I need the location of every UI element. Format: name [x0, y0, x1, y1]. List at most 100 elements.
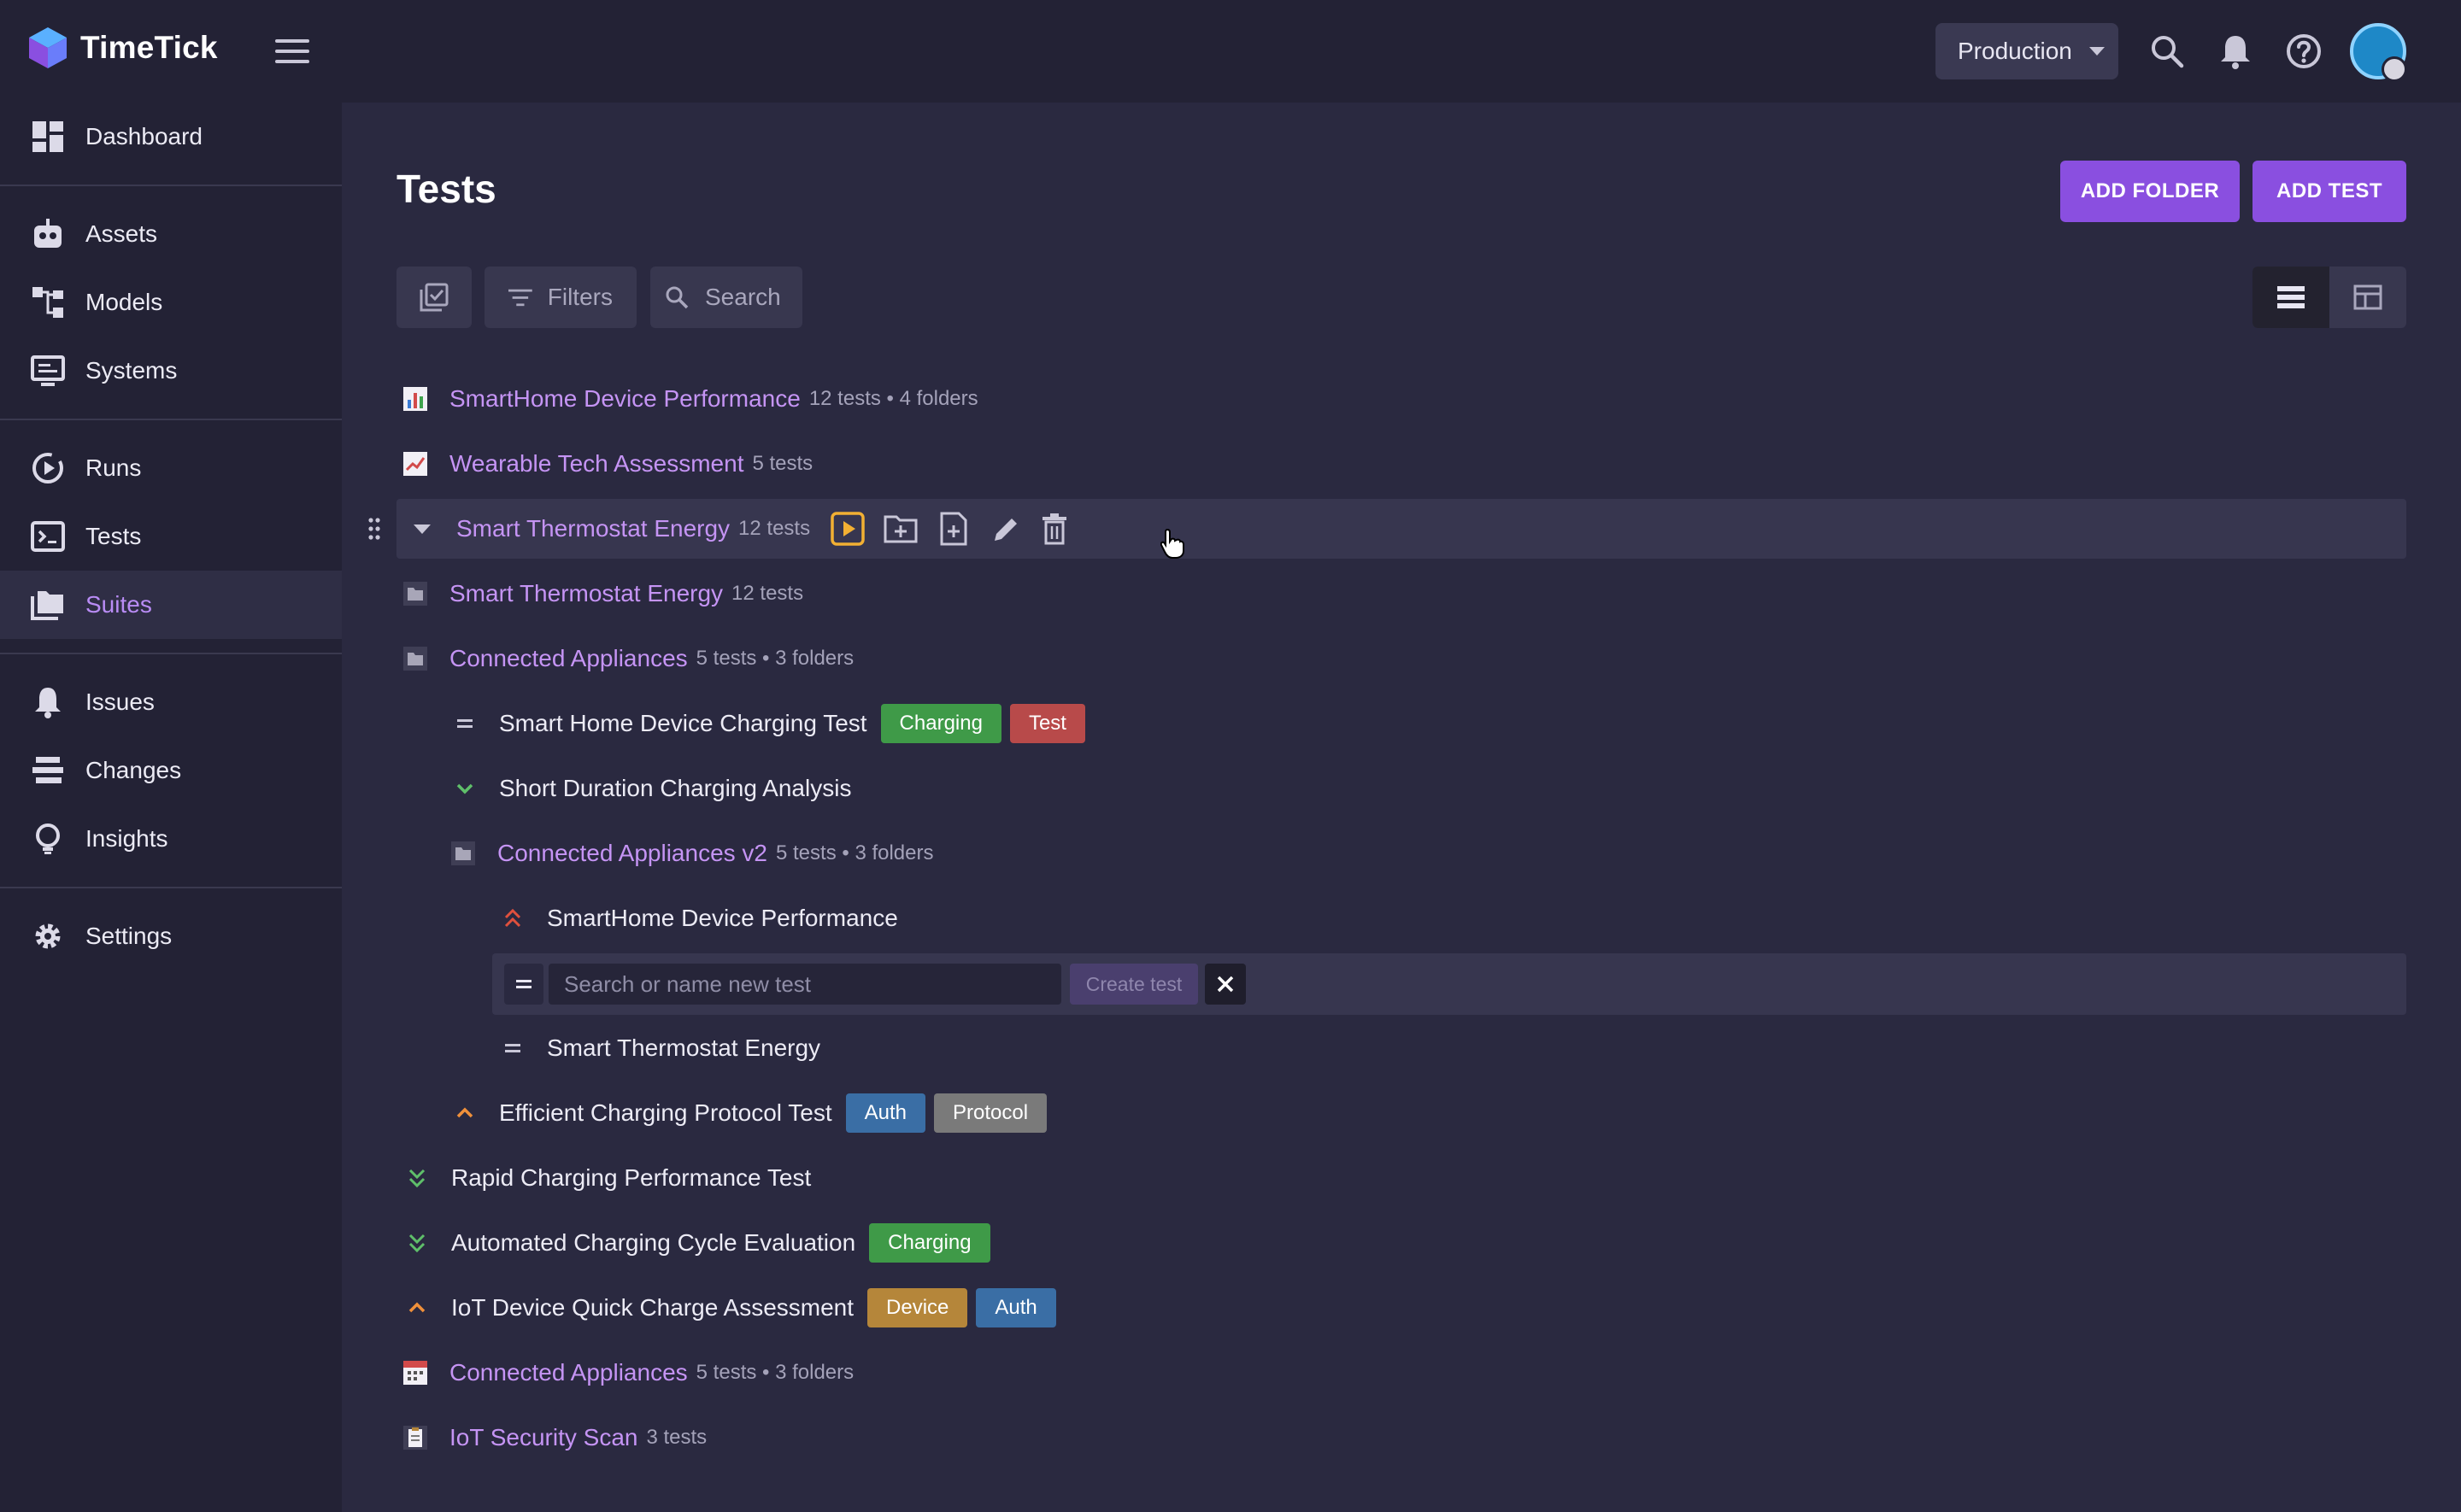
- select-all-button[interactable]: [396, 267, 472, 328]
- test-name[interactable]: IoT Device Quick Charge Assessment: [451, 1294, 854, 1322]
- folder-icon: [402, 580, 429, 607]
- sidebar-item-issues[interactable]: Issues: [0, 668, 342, 736]
- priority-low-icon: [451, 775, 479, 802]
- sidebar-item-label: Issues: [85, 689, 155, 715]
- app-name: TimeTick: [80, 30, 218, 65]
- add-test-button[interactable]: ADD TEST: [2252, 161, 2406, 222]
- test-row[interactable]: IoT Device Quick Charge Assessment Devic…: [403, 1278, 1056, 1338]
- caret-down-icon[interactable]: [408, 515, 436, 542]
- tag-badge: Auth: [976, 1288, 1056, 1327]
- folder-row[interactable]: Smart Thermostat Energy 12 tests: [402, 564, 803, 624]
- folder-row[interactable]: Wearable Tech Assessment 5 tests: [402, 434, 813, 494]
- sidebar-item-changes[interactable]: Changes: [0, 736, 342, 805]
- folder-name[interactable]: IoT Security Scan: [449, 1424, 637, 1451]
- priority-lowest-icon: [403, 1229, 431, 1257]
- test-name[interactable]: Smart Home Device Charging Test: [499, 710, 867, 737]
- test-row[interactable]: Smart Thermostat Energy: [499, 1018, 820, 1078]
- folder-meta: 5 tests • 3 folders: [696, 1361, 855, 1384]
- test-row[interactable]: Short Duration Charging Analysis: [451, 759, 851, 818]
- tag-badge: Charging: [869, 1223, 990, 1263]
- table-view-button[interactable]: [2329, 267, 2406, 328]
- folder-name[interactable]: SmartHome Device Performance: [449, 385, 801, 413]
- sidebar-item-runs[interactable]: Runs: [0, 434, 342, 502]
- robot-icon: [34, 219, 62, 248]
- search-button[interactable]: Search: [650, 267, 802, 328]
- sidebar-item-suites[interactable]: Suites: [0, 571, 342, 639]
- delete-icon[interactable]: [1037, 512, 1072, 546]
- test-name[interactable]: SmartHome Device Performance: [547, 905, 898, 932]
- folder-name[interactable]: Smart Thermostat Energy: [456, 515, 730, 542]
- sidebar-item-label: Runs: [85, 454, 142, 481]
- sidebar-item-assets[interactable]: Assets: [0, 200, 342, 268]
- sidebar-item-dashboard[interactable]: Dashboard: [0, 103, 342, 171]
- close-icon[interactable]: [1205, 964, 1246, 1005]
- sidebar-item-insights[interactable]: Insights: [0, 805, 342, 873]
- bell-icon[interactable]: [2215, 31, 2256, 72]
- new-test-input[interactable]: [549, 964, 1061, 1005]
- sidebar-item-tests[interactable]: Tests: [0, 502, 342, 571]
- filters-label: Filters: [547, 284, 613, 310]
- hierarchy-icon: [32, 287, 63, 318]
- sidebar-divider: [0, 887, 342, 888]
- priority-medium-icon: [451, 710, 479, 737]
- test-row[interactable]: Smart Home Device Charging Test Charging…: [451, 694, 1085, 753]
- app-logo[interactable]: TimeTick: [27, 26, 218, 70]
- test-row[interactable]: Efficient Charging Protocol Test Auth Pr…: [451, 1083, 1048, 1143]
- search-icon[interactable]: [2147, 31, 2188, 72]
- sidebar-item-label: Tests: [85, 523, 142, 549]
- sidebar-item-label: Assets: [85, 220, 158, 247]
- folder-name[interactable]: Wearable Tech Assessment: [449, 450, 743, 478]
- folder-row[interactable]: Connected Appliances 5 tests • 3 folders: [402, 629, 854, 689]
- priority-select[interactable]: [504, 964, 543, 1005]
- list-view-button[interactable]: [2252, 267, 2329, 328]
- test-row[interactable]: SmartHome Device Performance: [499, 888, 898, 948]
- test-name[interactable]: Short Duration Charging Analysis: [499, 775, 851, 802]
- folder-row[interactable]: Connected Appliances v2 5 tests • 3 fold…: [449, 823, 934, 883]
- folder-name[interactable]: Smart Thermostat Energy: [449, 580, 723, 607]
- sidebar-item-systems[interactable]: Systems: [0, 337, 342, 405]
- menu-toggle-icon[interactable]: [275, 36, 309, 67]
- test-name[interactable]: Efficient Charging Protocol Test: [499, 1099, 832, 1127]
- test-row[interactable]: Automated Charging Cycle Evaluation Char…: [403, 1213, 990, 1273]
- test-name[interactable]: Automated Charging Cycle Evaluation: [451, 1229, 855, 1257]
- folder-row[interactable]: SmartHome Device Performance 12 tests • …: [402, 369, 978, 429]
- folder-meta: 12 tests • 4 folders: [808, 387, 978, 410]
- edit-icon[interactable]: [990, 512, 1024, 546]
- terminal-icon: [31, 521, 65, 552]
- folders-icon: [31, 591, 63, 620]
- sidebar-item-label: Changes: [85, 757, 182, 783]
- calendar-icon: [402, 1359, 429, 1386]
- sidebar-item-label: Models: [85, 289, 163, 315]
- sidebar-item-settings[interactable]: Settings: [0, 902, 342, 970]
- add-folder-button[interactable]: ADD FOLDER: [2060, 161, 2240, 222]
- caret-down-icon: [2088, 47, 2105, 56]
- environment-select[interactable]: Production: [1935, 23, 2118, 79]
- test-name[interactable]: Smart Thermostat Energy: [547, 1034, 820, 1062]
- run-icon[interactable]: [831, 512, 865, 546]
- create-test-button[interactable]: Create test: [1070, 964, 1198, 1005]
- folder-row[interactable]: IoT Security Scan 3 tests: [402, 1408, 707, 1468]
- add-folder-icon[interactable]: [884, 512, 918, 546]
- folder-name[interactable]: Connected Appliances: [449, 1359, 688, 1386]
- add-test-icon[interactable]: [937, 512, 971, 546]
- dashboard-icon: [32, 121, 63, 152]
- folder-name[interactable]: Connected Appliances v2: [497, 840, 767, 867]
- sidebar: Dashboard Assets Models Systems Runs Tes…: [0, 103, 342, 1512]
- view-toggle: [2252, 267, 2406, 328]
- folder-row[interactable]: Connected Appliances 5 tests • 3 folders: [402, 1343, 854, 1403]
- sidebar-item-label: Insights: [85, 825, 168, 852]
- sidebar-item-label: Suites: [85, 591, 152, 618]
- help-icon[interactable]: [2283, 31, 2324, 72]
- test-row[interactable]: Rapid Charging Performance Test: [403, 1148, 811, 1208]
- new-test-row: Create test: [492, 953, 2406, 1015]
- folder-name[interactable]: Connected Appliances: [449, 645, 688, 672]
- priority-high-icon: [451, 1099, 479, 1127]
- drag-handle-icon[interactable]: [367, 516, 381, 548]
- filters-button[interactable]: Filters: [485, 267, 637, 328]
- sidebar-item-models[interactable]: Models: [0, 268, 342, 337]
- test-name[interactable]: Rapid Charging Performance Test: [451, 1164, 811, 1192]
- tag-badge: Charging: [880, 704, 1001, 743]
- clipboard-icon: [402, 1424, 429, 1451]
- folder-meta: 5 tests • 3 folders: [776, 841, 934, 864]
- folder-row-hovered[interactable]: Smart Thermostat Energy 12 tests: [368, 499, 2406, 559]
